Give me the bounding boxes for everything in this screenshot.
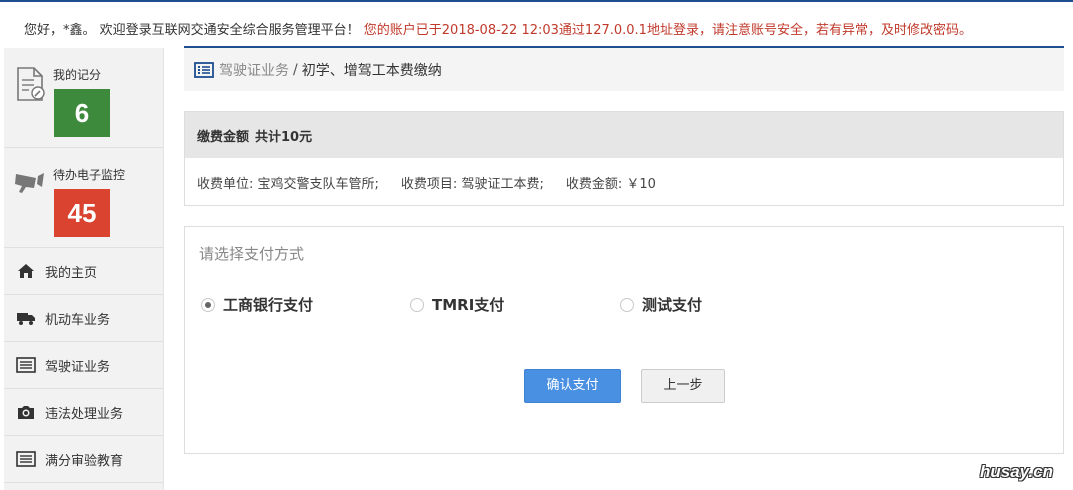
fee-item-value: 驾驶证工本费; <box>461 176 544 192</box>
payment-option-tmri[interactable]: TMRI支付 <box>410 294 504 315</box>
breadcrumb: 驾驶证业务 / 初学、增驾工本费缴纳 <box>184 48 1064 91</box>
fee-amount: 收费金额: ￥10 <box>566 173 656 192</box>
breadcrumb-section-link[interactable]: 驾驶证业务 <box>219 60 289 80</box>
sidebar: 我的记分 6 待办电子监控 45 我的主页 机动车业务 驾驶证业务 违法处理业务… <box>4 48 164 490</box>
payment-title: 请选择支付方式 <box>199 245 305 263</box>
sidebar-item-label: 我的主页 <box>45 265 98 281</box>
fee-amount-label: 收费金额: <box>565 176 623 192</box>
list-icon <box>194 61 214 78</box>
fee-title: 缴费金额 <box>197 129 250 145</box>
radio-button[interactable] <box>410 297 424 312</box>
sidebar-item-label: 违法处理业务 <box>45 406 124 422</box>
previous-step-button[interactable]: 上一步 <box>641 369 725 403</box>
fee-header: 缴费金额 共计10元 <box>185 112 1063 158</box>
sidebar-item-home[interactable]: 我的主页 <box>4 248 163 295</box>
sidebar-item-education[interactable]: 满分审验教育 <box>4 436 163 483</box>
fee-details: 收费单位: 宝鸡交警支队车管所; 收费项目: 驾驶证工本费; 收费金额: ￥10 <box>185 158 1063 206</box>
fee-item-label: 收费项目: <box>400 176 458 192</box>
sidebar-item-label: 驾驶证业务 <box>45 359 111 375</box>
radio-button[interactable] <box>201 297 215 312</box>
document-edit-icon <box>12 66 48 102</box>
welcome-line: 您好，*鑫。 欢迎登录互联网交通安全综合服务管理平台！ 您的账户已于2018-0… <box>24 19 972 38</box>
fee-item: 收费项目: 驾驶证工本费; <box>401 173 544 192</box>
stat-label: 待办电子监控 <box>53 168 126 182</box>
login-notice: 您的账户已于2018-08-22 12:03通过127.0.0.1地址登录，请注… <box>363 23 972 38</box>
camera-icon <box>16 403 36 421</box>
payment-option-icbc[interactable]: 工商银行支付 <box>201 294 313 315</box>
fee-unit-value: 宝鸡交警支队车管所; <box>257 176 379 192</box>
payment-option-test[interactable]: 测试支付 <box>620 294 702 315</box>
payment-panel: 请选择支付方式 工商银行支付 TMRI支付 测试支付 确认支付 上一步 <box>184 226 1064 454</box>
payment-option-label: 工商银行支付 <box>223 296 314 314</box>
stat-pending-monitor[interactable]: 待办电子监控 45 <box>4 148 163 248</box>
greeting-text: 您好，*鑫。 欢迎登录互联网交通安全综合服务管理平台！ <box>24 23 360 38</box>
fee-amount-value: ￥10 <box>626 176 656 192</box>
payment-option-label: 测试支付 <box>642 296 703 314</box>
truck-icon <box>16 309 36 327</box>
top-bar: 您好，*鑫。 欢迎登录互联网交通安全综合服务管理平台！ 您的账户已于2018-0… <box>0 0 1073 48</box>
sidebar-item-violation[interactable]: 违法处理业务 <box>4 389 163 436</box>
payment-option-label: TMRI支付 <box>432 296 505 314</box>
home-icon <box>16 262 36 280</box>
page-title: 初学、增驾工本费缴纳 <box>301 62 442 79</box>
stat-my-points[interactable]: 我的记分 6 <box>4 48 163 148</box>
camera-icon <box>12 166 48 202</box>
stat-label: 我的记分 <box>53 68 102 82</box>
list-icon <box>16 450 36 468</box>
sidebar-item-label: 机动车业务 <box>45 312 111 328</box>
watermark: husay.cn <box>980 462 1054 481</box>
fee-unit-label: 收费单位: <box>197 176 254 192</box>
fee-panel: 缴费金额 共计10元 收费单位: 宝鸡交警支队车管所; 收费项目: 驾驶证工本费… <box>184 111 1064 206</box>
fee-total: 共计10元 <box>255 129 313 145</box>
points-badge: 6 <box>54 89 110 137</box>
radio-button[interactable] <box>620 297 634 312</box>
fee-unit: 收费单位: 宝鸡交警支队车管所; <box>197 173 379 192</box>
sidebar-item-label: 满分审验教育 <box>45 453 124 469</box>
sidebar-item-license[interactable]: 驾驶证业务 <box>4 342 163 389</box>
breadcrumb-separator: / <box>293 61 298 78</box>
list-icon <box>16 356 36 374</box>
confirm-payment-button[interactable]: 确认支付 <box>524 369 621 403</box>
sidebar-item-vehicle[interactable]: 机动车业务 <box>4 295 163 342</box>
monitor-badge: 45 <box>54 189 110 237</box>
